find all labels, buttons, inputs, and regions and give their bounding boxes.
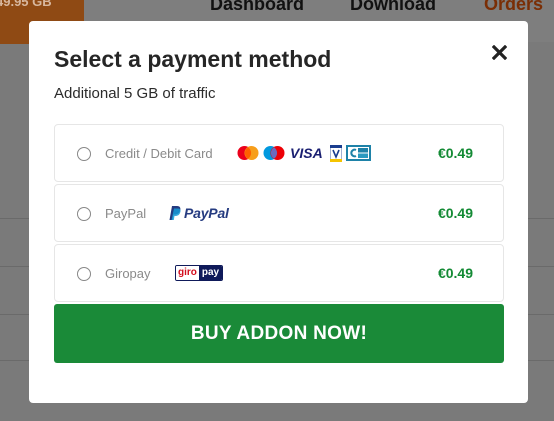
cartes-bancaires-icon [346,145,371,161]
close-icon [491,44,507,60]
payment-options-list: Credit / Debit Card VISA €0.49 PayPal Pa… [54,124,504,304]
nav-dashboard[interactable]: Dashboard [210,0,304,15]
buy-addon-button[interactable]: BUY ADDON NOW! [54,304,504,363]
maestro-icon [263,146,285,160]
nav-download[interactable]: Download [350,0,436,15]
giropay-radio[interactable] [77,267,91,281]
payment-option-label: PayPal [105,205,147,221]
svg-text:VISA: VISA [290,146,323,160]
payment-option-giropay[interactable]: Giropay giro pay €0.49 [54,244,504,302]
giropay-logo-pay: pay [198,266,223,280]
payment-option-price: €0.49 [437,265,473,281]
modal-title: Select a payment method [54,46,332,72]
traffic-balance: 49.95 GB [0,0,52,9]
vpay-icon [330,144,342,162]
card-logos: VISA [236,144,371,162]
payment-option-paypal[interactable]: PayPal PayPal €0.49 [54,184,504,242]
close-button[interactable] [490,43,508,61]
modal-subtitle: Additional 5 GB of traffic [54,85,216,102]
payment-option-label: Giropay [105,265,151,281]
paypal-logo: PayPal [169,205,229,221]
visa-icon: VISA [290,146,323,160]
paypal-p-icon [169,206,181,220]
payment-option-price: €0.49 [437,205,473,221]
mastercard-icon [237,146,259,160]
payment-option-price: €0.49 [437,145,473,161]
payment-option-card[interactable]: Credit / Debit Card VISA €0.49 [54,124,504,182]
giropay-logo-giro: giro [176,266,199,280]
paypal-radio[interactable] [77,207,91,221]
giropay-logo: giro pay [175,265,224,281]
paypal-logo-text: PayPal [184,205,229,221]
payment-option-label: Credit / Debit Card [105,145,213,161]
card-radio[interactable] [77,147,91,161]
nav-orders[interactable]: Orders [484,0,543,15]
payment-method-modal: Select a payment method Additional 5 GB … [29,21,528,403]
